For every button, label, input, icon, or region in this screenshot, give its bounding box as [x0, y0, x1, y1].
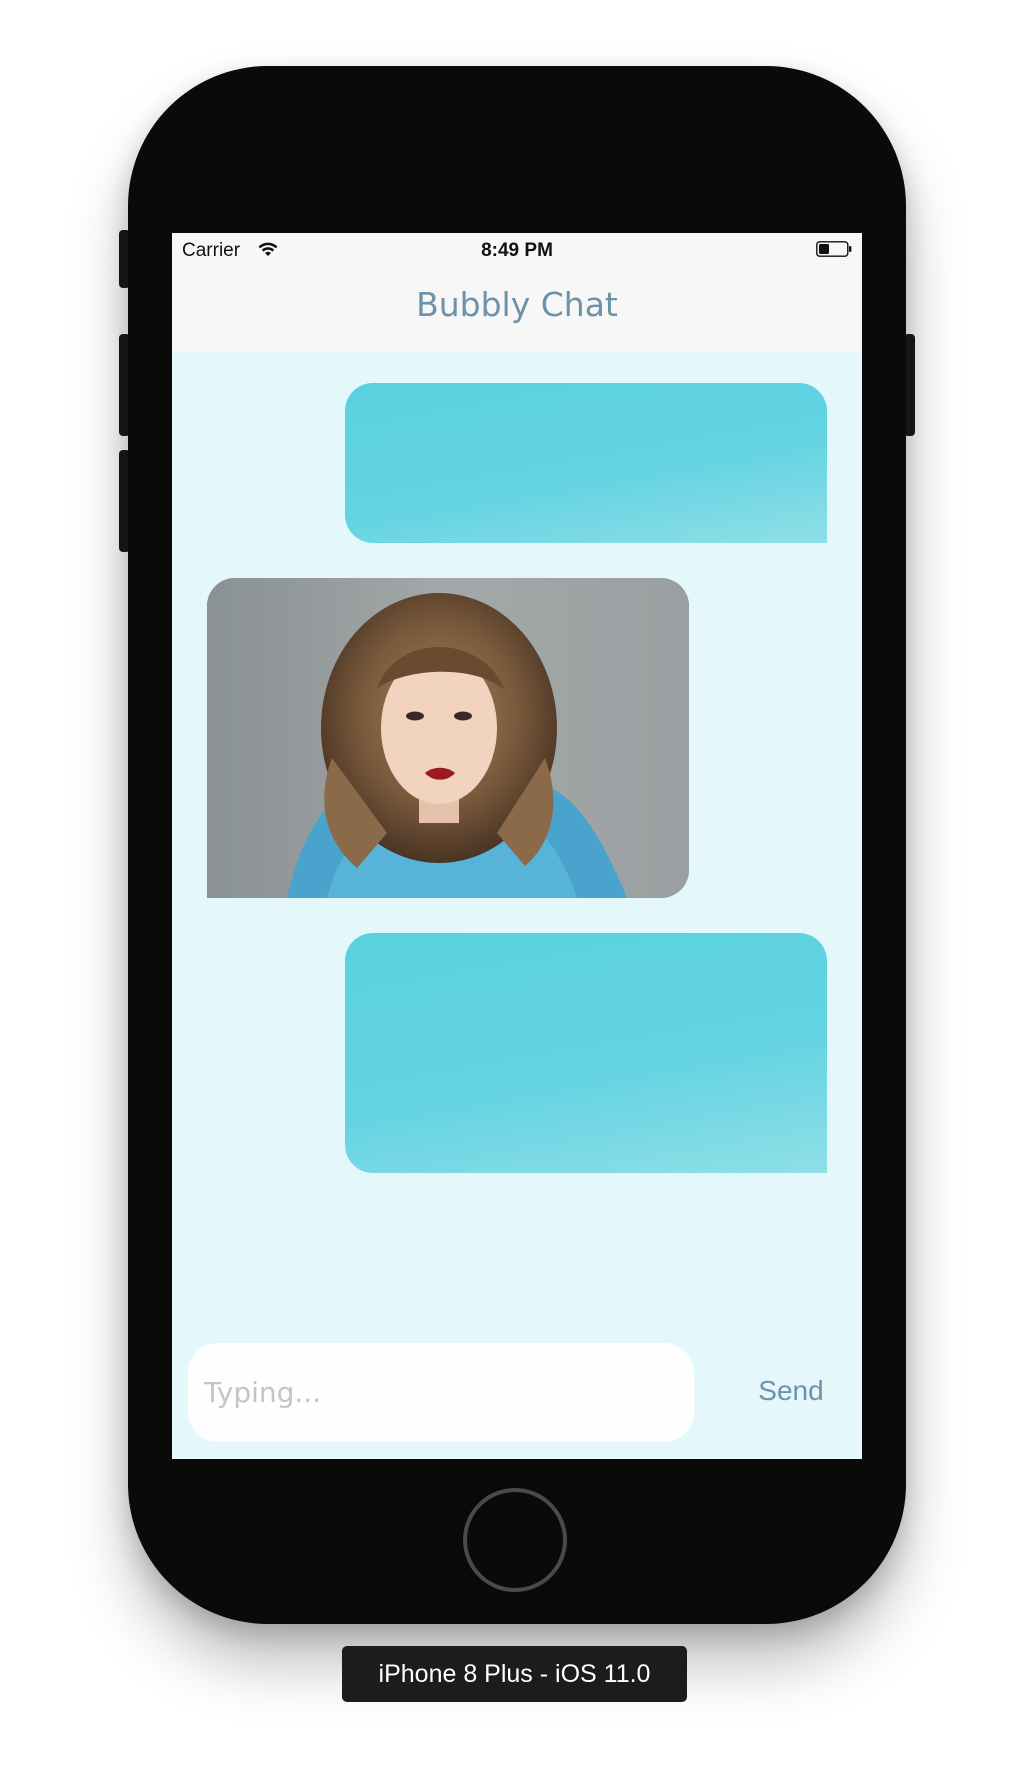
status-time: 8:49 PM [481, 240, 553, 261]
home-button[interactable] [463, 1488, 567, 1592]
message-bubble-outgoing[interactable] [345, 933, 827, 1173]
portrait-photo [207, 578, 689, 898]
device-label: iPhone 8 Plus - iOS 11.0 [342, 1646, 687, 1702]
status-bar: Carrier 8:49 PM [172, 233, 862, 267]
message-bubble-outgoing[interactable] [345, 383, 827, 543]
battery-icon [816, 241, 852, 257]
message-bubble-image[interactable] [207, 578, 689, 898]
nav-title: Bubbly Chat [416, 285, 618, 324]
app-screen: Carrier 8:49 PM Bubbly Chat Typing... Se… [172, 233, 862, 1459]
message-input[interactable] [188, 1343, 694, 1442]
navigation-bar: Bubbly Chat [172, 267, 862, 352]
simulator-window: Carrier 8:49 PM Bubbly Chat Typing... Se… [0, 0, 1034, 1788]
send-button[interactable]: Send [732, 1363, 850, 1419]
